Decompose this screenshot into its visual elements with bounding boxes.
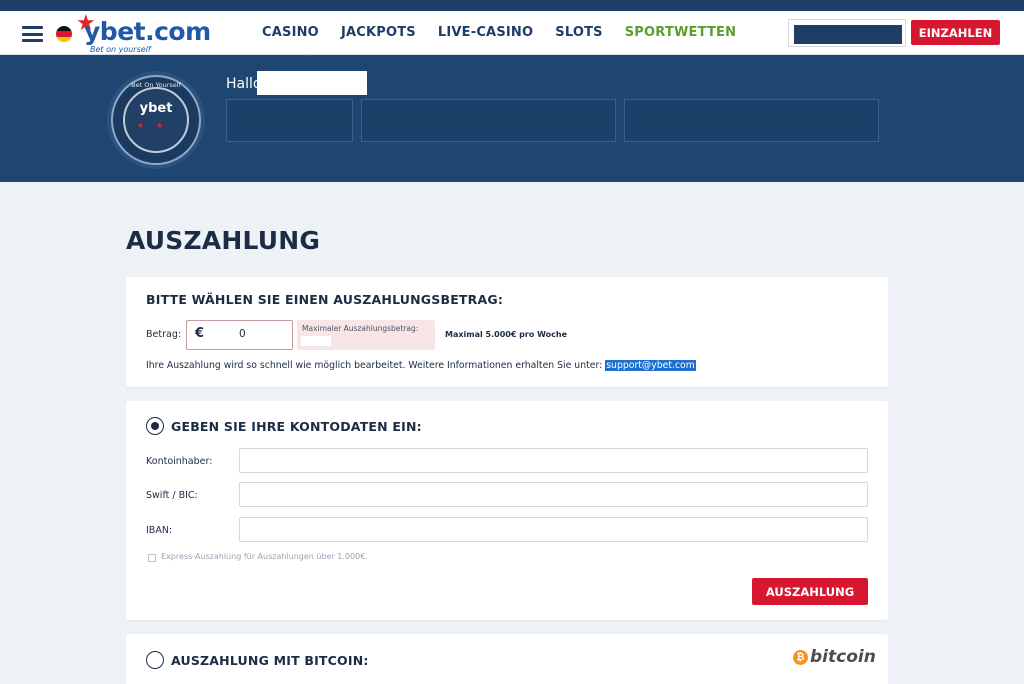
badge-inner [123,87,189,153]
bank-transfer-radio[interactable] [146,417,164,435]
deposit-button[interactable]: EINZAHLEN [911,20,1000,45]
swift-label: Swift / BIC: [146,490,198,501]
stat-panel-1 [226,99,353,142]
amount-input[interactable]: € 0 [186,320,293,350]
german-flag-icon[interactable] [56,26,72,42]
weekly-limit: Maximal 5.000€ pro Woche [445,330,568,339]
withdraw-button[interactable]: AUSZAHLUNG [752,578,868,605]
ybet-logo[interactable]: ★ ybet.com Bet on yourself [74,11,211,55]
nav-jackpots[interactable]: JACKPOTS [341,11,416,55]
bitcoin-wordmark: bitcoin [810,647,876,667]
bank-card-title: GEBEN SIE IHRE KONTODATEN EIN: [171,419,422,434]
bitcoin-card-title: AUSZAHLUNG MIT BITCOIN: [171,653,369,668]
express-checkbox[interactable] [148,554,156,562]
bitcoin-radio[interactable] [146,651,164,669]
info-text: Ihre Auszahlung wird so schnell wie mögl… [146,360,696,371]
menu-icon[interactable] [22,26,43,42]
nav-casino[interactable]: CASINO [262,11,319,55]
max-amount-value [301,336,331,346]
iban-label: IBAN: [146,525,173,536]
max-amount-label: Maximaler Auszahlungsbetrag: [302,324,419,333]
holder-input[interactable] [239,448,868,473]
euro-icon: € [195,326,205,341]
stat-panel-2 [361,99,616,142]
amount-value: 0 [239,328,246,340]
main-nav: CASINO JACKPOTS LIVE-CASINO SLOTS SPORTW… [262,11,736,55]
top-navbar: ★ ybet.com Bet on yourself CASINO JACKPO… [0,11,1024,55]
bank-details-card: GEBEN SIE IHRE KONTODATEN EIN: Kontoinha… [126,401,888,620]
bitcoin-icon: ₿ [793,649,808,665]
nav-sportwetten[interactable]: SPORTWETTEN [625,11,736,55]
stat-panel-3 [624,99,879,142]
max-amount-box: Maximaler Auszahlungsbetrag: [297,320,435,350]
badge-text: ybet [139,101,173,116]
amount-card: BITTE WÄHLEN SIE EINEN AUSZAHLUNGSBETRAG… [126,277,888,387]
badge-stars-icon: ★★ [136,121,176,130]
logo-tagline: Bet on yourself [90,45,151,54]
bitcoin-card: AUSZAHLUNG MIT BITCOIN: ₿ bitcoin [126,634,888,684]
vip-badge: Bet On Yourself ybet ★★ [111,75,201,165]
amount-label: Betrag: [146,329,182,340]
nav-live-casino[interactable]: LIVE-CASINO [438,11,533,55]
redacted-balance [794,25,902,44]
amount-card-title: BITTE WÄHLEN SIE EINEN AUSZAHLUNGSBETRAG… [146,292,504,307]
support-email-link[interactable]: support@ybet.com [605,360,696,371]
swift-input[interactable] [239,482,868,507]
logo-brand-text: ybet.com [84,17,211,46]
holder-label: Kontoinhaber: [146,456,213,467]
page-title: AUSZAHLUNG [126,226,321,255]
nav-slots[interactable]: SLOTS [555,11,602,55]
bitcoin-logo: ₿ bitcoin [793,647,876,667]
iban-input[interactable] [239,517,868,542]
account-balance-box[interactable] [788,19,906,47]
express-label: Express-Auszahlung für Auszahlungen über… [161,552,368,561]
redacted-username [257,71,367,95]
info-text-body: Ihre Auszahlung wird so schnell wie mögl… [146,360,603,371]
profile-banner: Bet On Yourself ybet ★★ Hallo [0,55,1024,182]
top-strip [0,0,1024,11]
